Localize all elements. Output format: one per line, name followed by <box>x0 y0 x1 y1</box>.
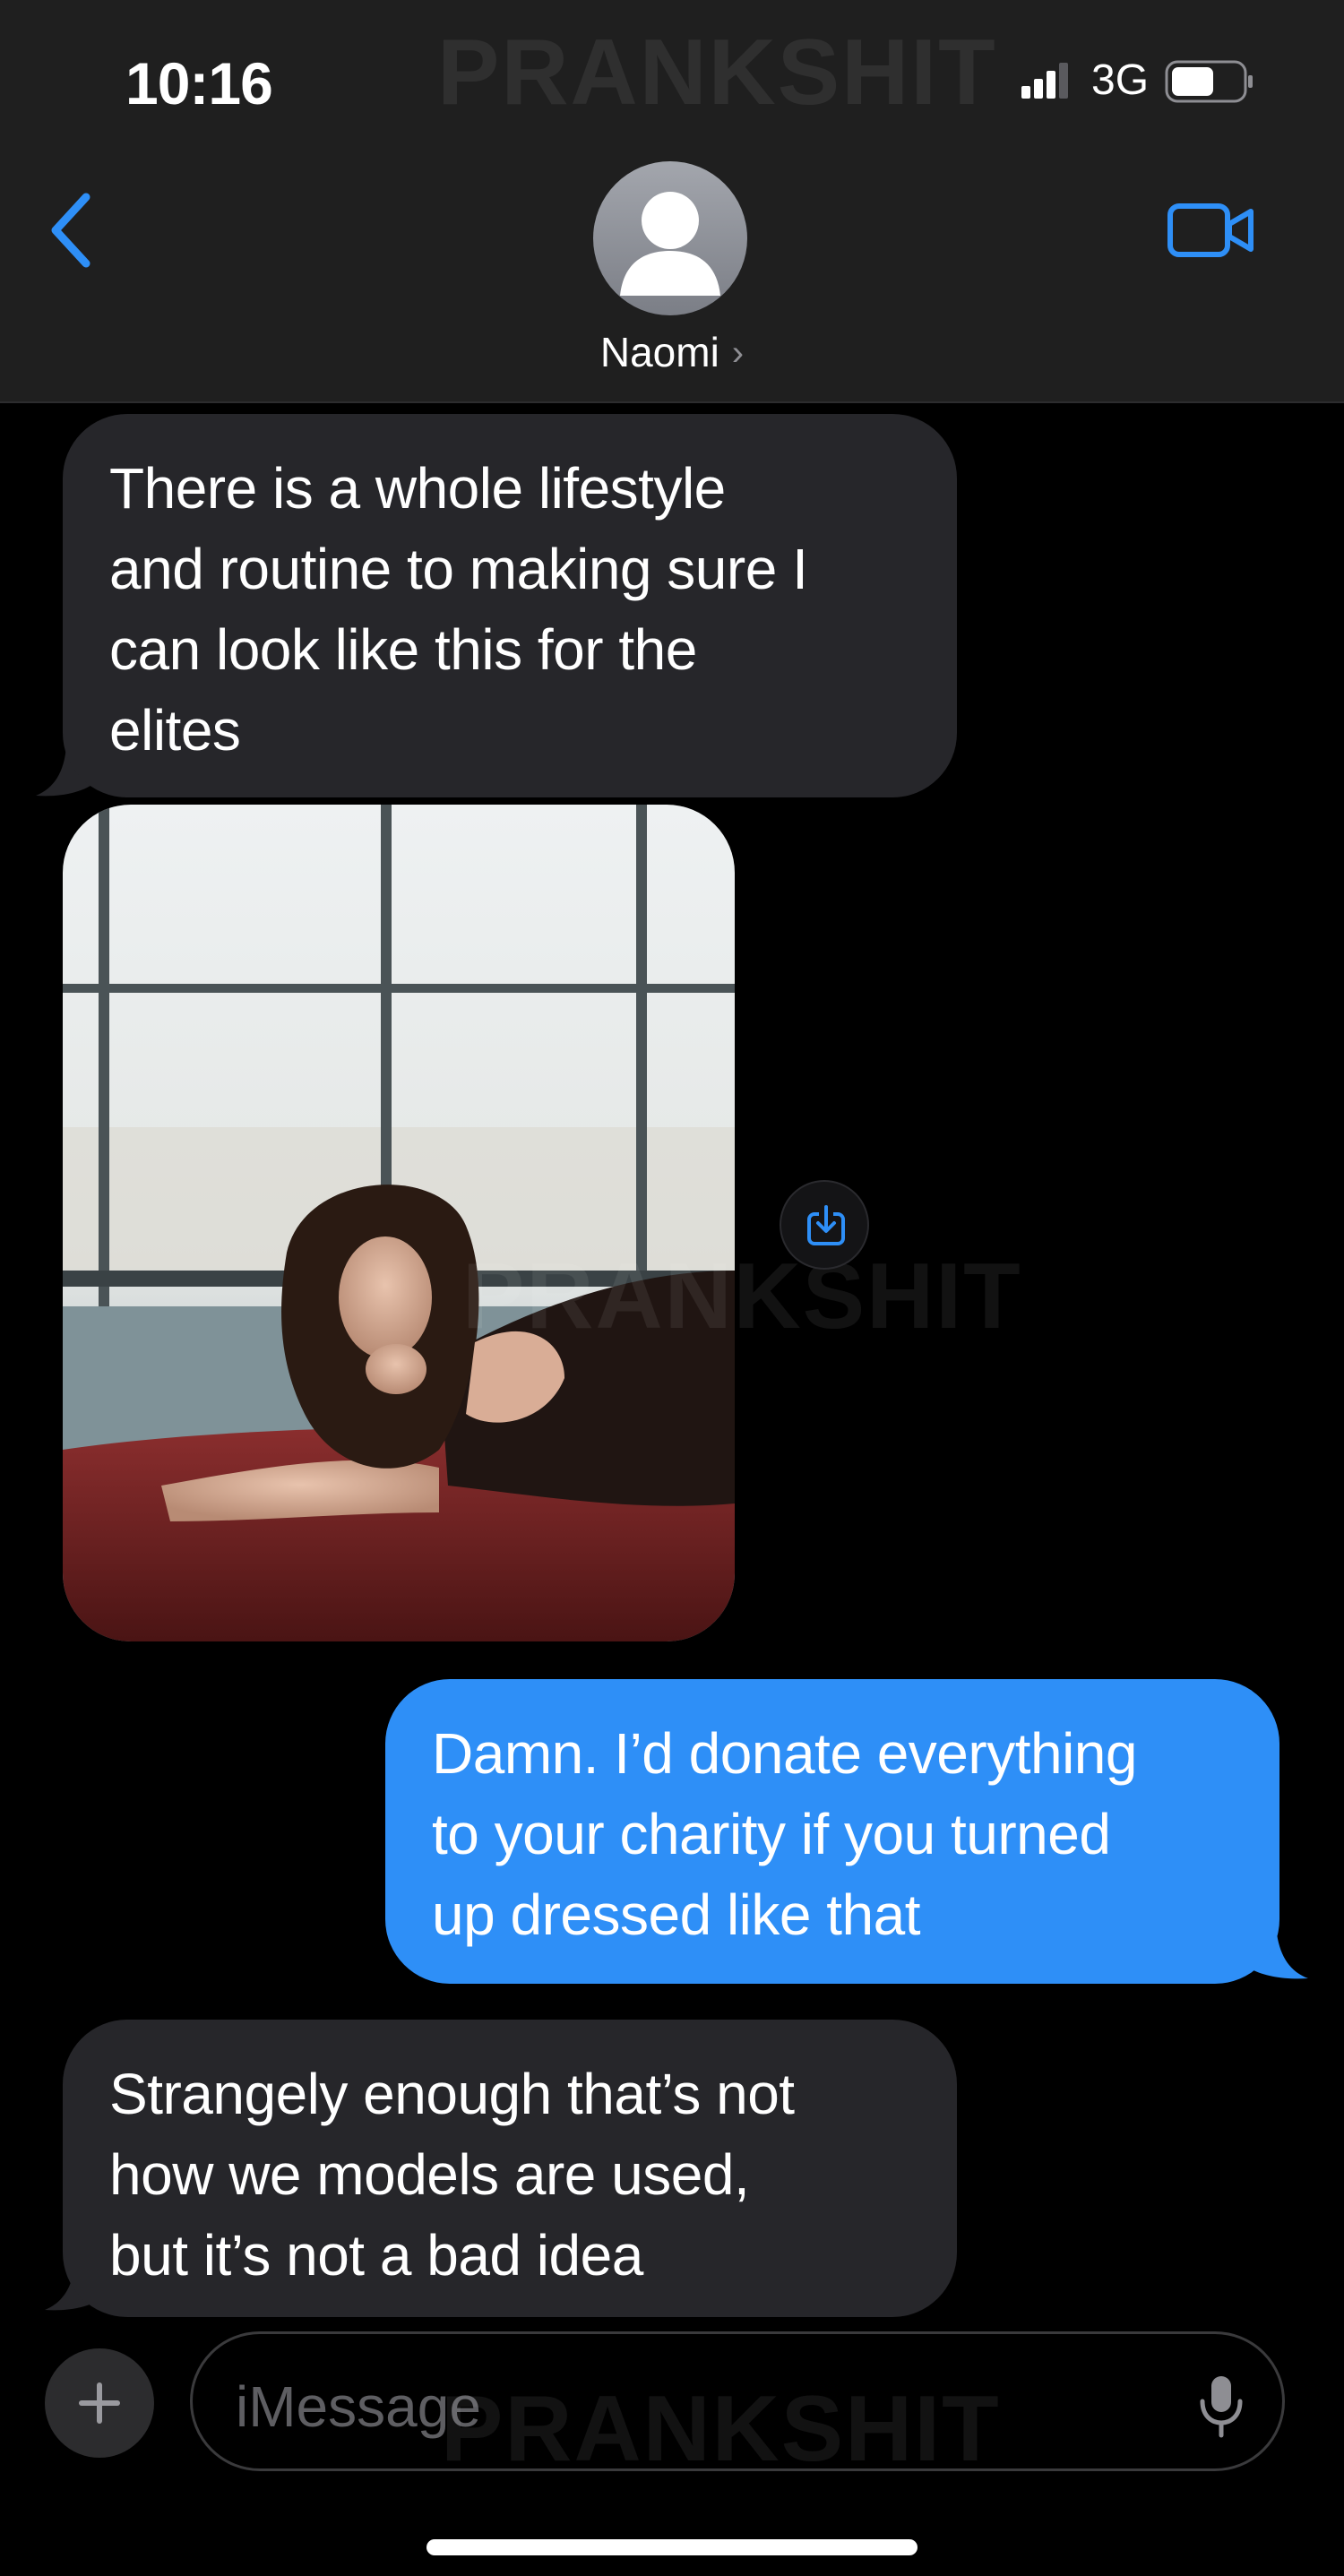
microphone-icon[interactable] <box>1197 2374 1245 2439</box>
save-to-photos-button[interactable] <box>780 1180 869 1270</box>
video-camera-icon[interactable] <box>1167 201 1256 260</box>
network-label: 3G <box>1091 56 1150 104</box>
download-icon <box>807 1205 845 1245</box>
person-avatar-icon <box>620 192 720 296</box>
imessage-input[interactable]: iMessage <box>190 2331 1285 2471</box>
message-line: Strangely enough that’s not <box>109 2062 795 2126</box>
message-bubble-incoming[interactable]: There is a whole lifestyle and routine t… <box>63 414 957 797</box>
message-line: how we models are used, <box>109 2142 750 2207</box>
signal-bars-icon <box>1021 63 1068 99</box>
message-line: to your charity if you turned <box>432 1802 1111 1866</box>
plus-icon <box>79 2382 120 2424</box>
contact-name-button[interactable]: Naomi › <box>0 328 1344 376</box>
photo-image <box>63 805 735 1641</box>
contact-avatar[interactable] <box>593 161 747 315</box>
chevron-right-icon: › <box>731 333 745 373</box>
message-line: elites <box>109 698 241 762</box>
message-line: and routine to making sure I <box>109 537 808 601</box>
message-bubble-outgoing[interactable]: Damn. I’d donate everything to your char… <box>385 1679 1279 1984</box>
message-line: can look like this for the <box>109 617 697 682</box>
watermark-top: PRANKSHIT <box>437 21 997 125</box>
chevron-left-icon[interactable] <box>47 190 100 271</box>
status-time: 10:16 <box>125 50 273 116</box>
message-bubble-incoming[interactable]: Strangely enough that’s not how we model… <box>63 2020 957 2317</box>
contact-name: Naomi <box>599 329 719 375</box>
conversation-header: 10:16 3G PRANKSHIT Naomi › <box>0 0 1344 403</box>
battery-icon <box>1165 60 1253 103</box>
home-indicator[interactable] <box>426 2539 918 2555</box>
message-line: Damn. I’d donate everything <box>432 1721 1137 1786</box>
photo-attachment[interactable] <box>63 805 735 1641</box>
message-line: up dressed like that <box>432 1882 921 1947</box>
message-line: There is a whole lifestyle <box>109 456 726 521</box>
message-line: but it’s not a bad idea <box>109 2223 643 2287</box>
apps-plus-button[interactable] <box>45 2348 154 2458</box>
input-placeholder: iMessage <box>236 2374 481 2439</box>
